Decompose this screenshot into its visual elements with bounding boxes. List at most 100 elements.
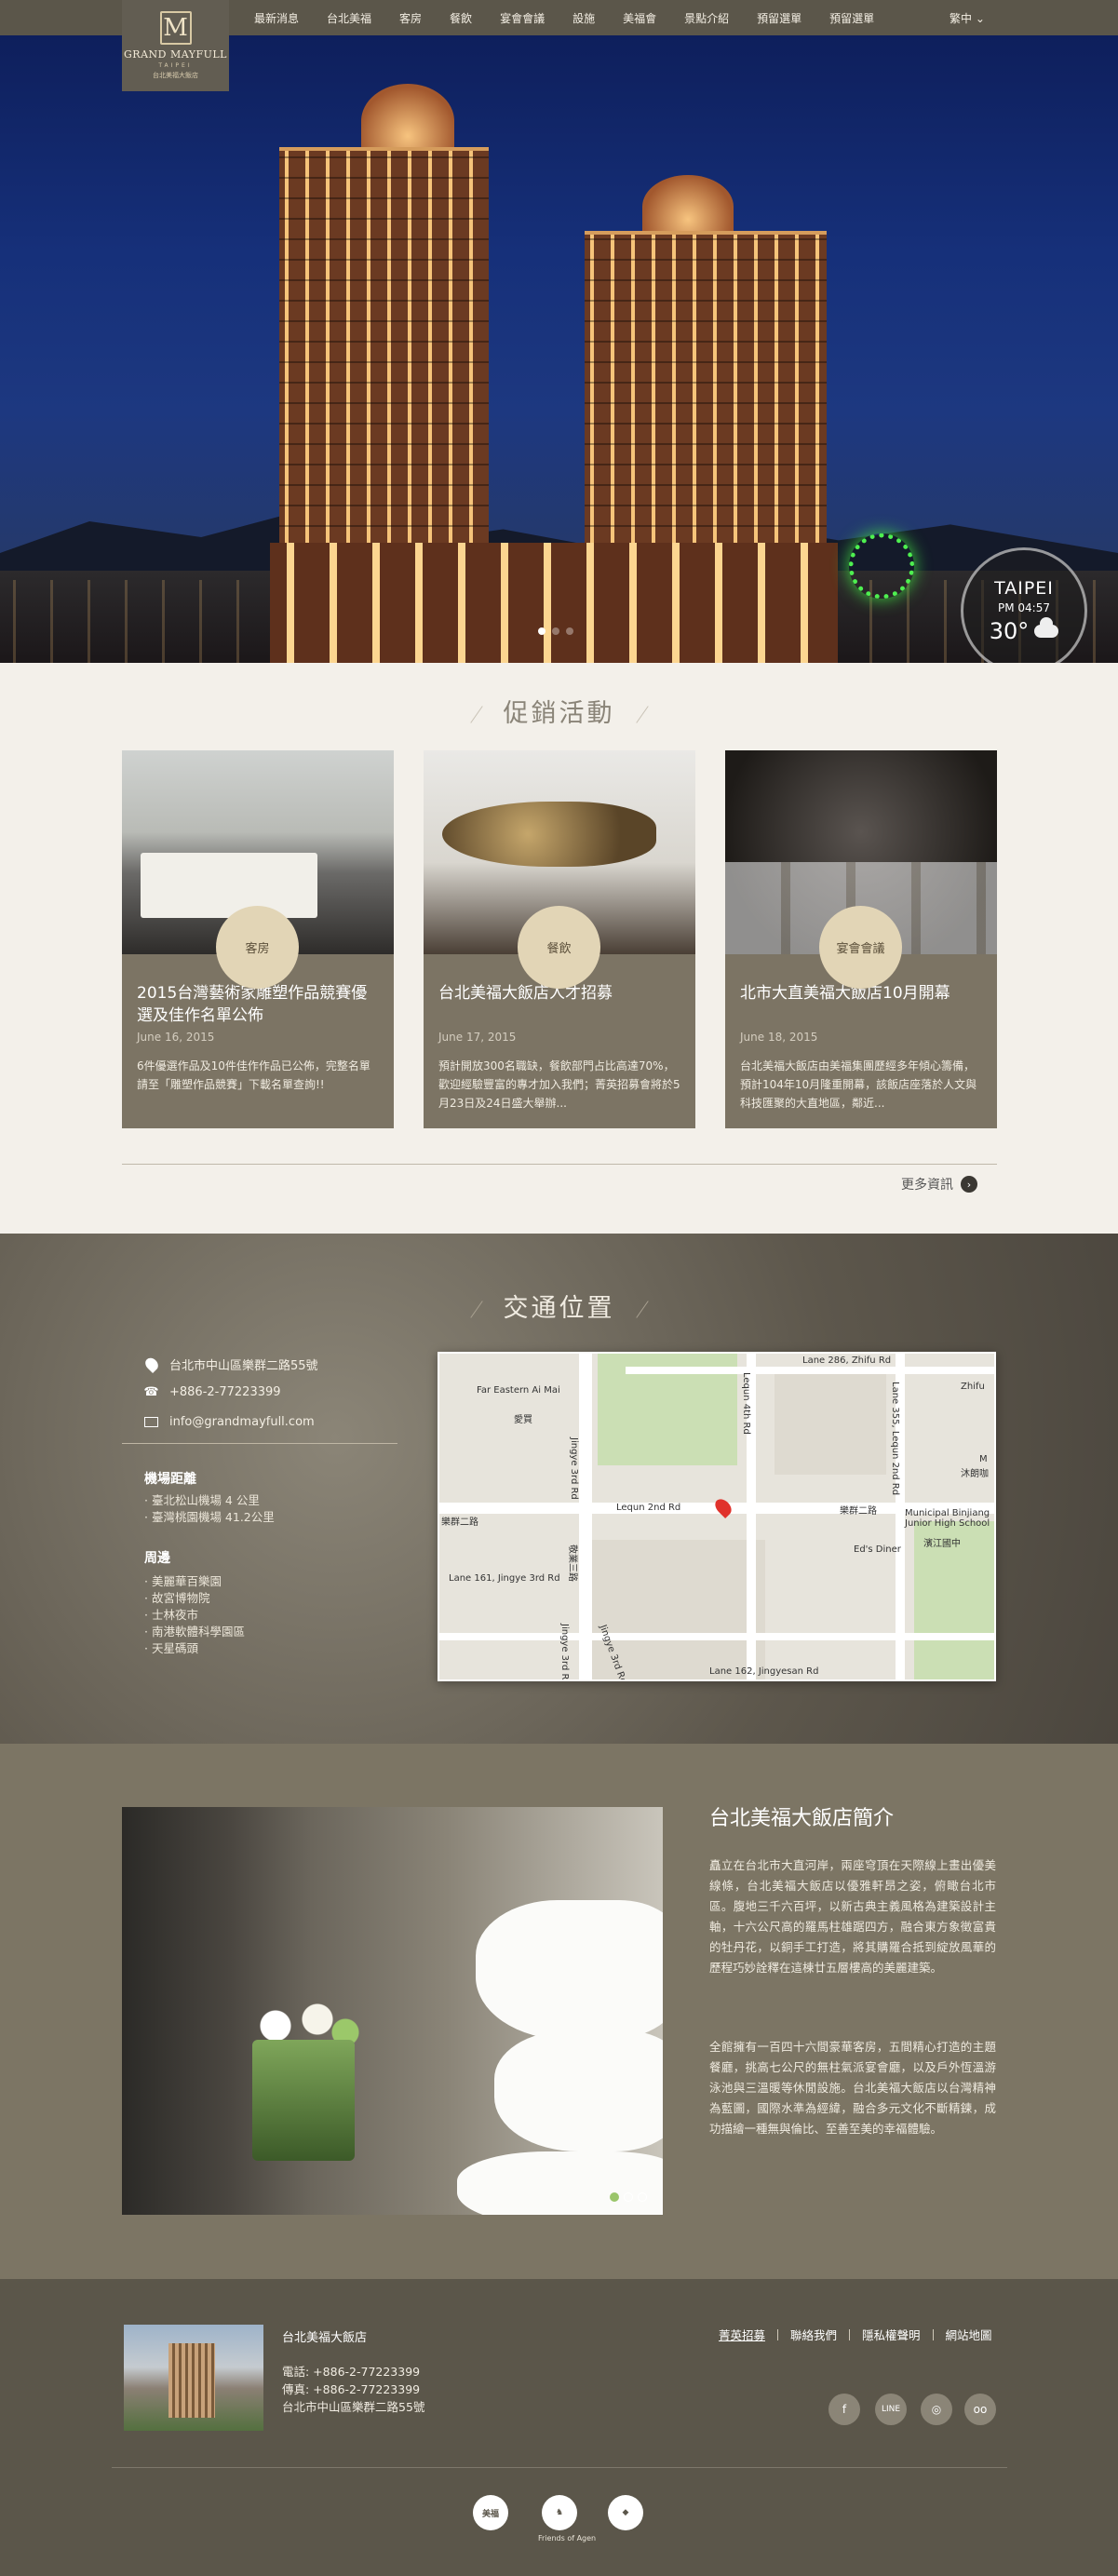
promo-title-row: 促銷活動 xyxy=(0,693,1118,729)
email-link[interactable]: info@grandmayfull.com xyxy=(169,1415,315,1429)
map-marker-icon[interactable] xyxy=(711,1495,735,1519)
partner-logo-icon[interactable]: 美福 xyxy=(473,2495,508,2530)
logo-mark-icon: M xyxy=(159,11,192,45)
logo-chinese-name: 台北美福大飯店 xyxy=(153,72,198,79)
map-label: Lequn 2nd Rd xyxy=(616,1503,681,1513)
map-label: 沐朗咖 xyxy=(961,1469,989,1479)
promo-card-title[interactable]: 2015台灣藝術家雕塑作品競賽優選及佳作名單公佈 xyxy=(122,982,394,1029)
nav-item-about[interactable]: 台北美福 xyxy=(327,10,371,26)
hero-dome-right xyxy=(642,175,734,238)
line-icon[interactable]: LINE xyxy=(875,2394,907,2425)
promo-card[interactable]: 客房 2015台灣藝術家雕塑作品競賽優選及佳作名單公佈 June 16, 201… xyxy=(122,750,394,1128)
phone-icon: ☎ xyxy=(143,1385,159,1399)
phone-text[interactable]: +886-2-77223399 xyxy=(169,1385,281,1399)
phone-row: ☎ +886-2-77223399 xyxy=(143,1385,281,1399)
nav-item-dining[interactable]: 餐飲 xyxy=(450,10,472,26)
about-dot-1[interactable] xyxy=(610,2192,619,2202)
weather-city: TAIPEI xyxy=(994,578,1054,599)
footer-link-contact[interactable]: 聯絡我們 xyxy=(790,2326,837,2343)
logo[interactable]: M GRAND MAYFULL TAIPEI 台北美福大飯店 xyxy=(122,0,229,91)
about-paragraph: 全館擁有一百四十六間豪華客房，五間精心打造的主題餐廳，挑高七公尺的無柱氣派宴會廳… xyxy=(709,2040,996,2136)
map-block xyxy=(775,1372,886,1475)
map-label: M xyxy=(979,1454,988,1464)
category-badge: 餐飲 xyxy=(518,906,600,989)
hero-dot-3[interactable] xyxy=(566,627,573,635)
category-badge: 客房 xyxy=(216,906,299,989)
list-item: · 南港軟體科學園區 xyxy=(144,1625,245,1639)
list-item: · 士林夜市 xyxy=(144,1608,198,1622)
language-selector[interactable]: 繁中 ⌄ xyxy=(950,10,985,26)
footer-separator xyxy=(849,2328,851,2340)
promo-card-title[interactable]: 北市大直美福大飯店10月開幕 xyxy=(725,982,997,1029)
weather-widget: TAIPEI PM 04:57 30° xyxy=(961,547,1087,663)
hero-slider: TAIPEI PM 04:57 30° xyxy=(0,35,1118,663)
title-slash-left xyxy=(469,706,483,723)
location-map[interactable]: Far Eastern Ai Mai 愛買 Lane 286, Zhifu Rd… xyxy=(438,1352,996,1681)
instagram-icon[interactable]: ◎ xyxy=(921,2394,952,2425)
partner-label: Friends of Agen xyxy=(538,2534,597,2542)
location-title: 交通位置 xyxy=(503,1294,615,1323)
location-pin-icon xyxy=(141,1355,161,1374)
nearby-heading: 周邊 xyxy=(144,1551,170,1566)
promo-card[interactable]: 餐飲 台北美福大飯店人才招募 June 17, 2015 預計開放300名職缺，… xyxy=(424,750,695,1128)
promo-card-title[interactable]: 台北美福大飯店人才招募 xyxy=(424,982,695,1029)
address-text: 台北市中山區樂群二路55號 xyxy=(169,1359,318,1373)
map-label: 樂群二路 xyxy=(441,1517,478,1528)
footer-link-privacy[interactable]: 隱私權聲明 xyxy=(862,2326,921,2343)
ferris-wheel xyxy=(849,533,914,599)
cloud-sun-icon xyxy=(1034,617,1059,638)
airport-heading: 機場距離 xyxy=(144,1472,196,1487)
nav-item-news[interactable]: 最新消息 xyxy=(254,10,299,26)
airport-list: · 臺北松山機場 4 公里 · 臺灣桃園機場 41.2公里 xyxy=(144,1492,275,1526)
hero-dot-2[interactable] xyxy=(552,627,559,635)
list-item: · 臺灣桃園機場 41.2公里 xyxy=(144,1510,275,1524)
weather-temp: 30° xyxy=(989,618,1030,644)
pillow xyxy=(494,2030,663,2151)
nav-item-reserved-1[interactable]: 預留選單 xyxy=(757,10,801,26)
footer-address: 台北市中山區樂群二路55號 xyxy=(282,2400,425,2414)
promo-card-date: June 16, 2015 xyxy=(137,1031,215,1044)
map-label: Municipal Binjiang Junior High School xyxy=(905,1508,990,1529)
map-label: Lane 355, Lequn 2nd Rd xyxy=(890,1382,900,1496)
map-label: 愛買 xyxy=(514,1415,532,1425)
nav-item-facilities[interactable]: 設施 xyxy=(572,10,595,26)
map-label: Lane 161, Jingye 3rd Rd xyxy=(449,1573,560,1584)
about-dot-3[interactable] xyxy=(638,2192,647,2202)
map-label: Ed's Diner xyxy=(854,1544,901,1555)
about-pagination xyxy=(610,2192,647,2202)
list-item: · 故宮博物院 xyxy=(144,1591,210,1605)
map-label: Lane 286, Zhifu Rd xyxy=(802,1355,892,1366)
promo-card-date: June 18, 2015 xyxy=(740,1031,818,1044)
facebook-icon[interactable]: f xyxy=(828,2394,860,2425)
map-label: 樂群二路 xyxy=(840,1506,877,1517)
footer-link-careers[interactable]: 菁英招募 xyxy=(719,2326,765,2343)
nav-item-attractions[interactable]: 景點介紹 xyxy=(684,10,729,26)
promo-cards: 客房 2015台灣藝術家雕塑作品競賽優選及佳作名單公佈 June 16, 201… xyxy=(122,750,997,1128)
nav-item-banquet[interactable]: 宴會會議 xyxy=(500,10,545,26)
info-divider xyxy=(122,1443,397,1444)
nav-item-reserved-2[interactable]: 預留選單 xyxy=(829,10,874,26)
hero-tower-right xyxy=(585,231,827,547)
list-item: · 美麗華百樂園 xyxy=(144,1574,222,1588)
nav-item-rooms[interactable]: 客房 xyxy=(399,10,422,26)
about-dot-2[interactable] xyxy=(624,2192,633,2202)
promo-card[interactable]: 宴會會議 北市大直美福大飯店10月開幕 June 18, 2015 台北美福大飯… xyxy=(725,750,997,1128)
more-info-link[interactable]: 更多資訊 › xyxy=(901,1175,977,1194)
map-label: 濱江國中 xyxy=(923,1539,961,1549)
partner-logo-icon[interactable]: ♞ xyxy=(542,2495,577,2530)
footer-link-sitemap[interactable]: 網站地圖 xyxy=(946,2326,992,2343)
nav-item-club[interactable]: 美福會 xyxy=(623,10,656,26)
promo-card-date: June 17, 2015 xyxy=(438,1031,517,1044)
promo-card-desc: 台北美福大飯店由美福集團歷經多年傾心籌備，預計104年10月隆重開幕，該飯店座落… xyxy=(740,1059,977,1110)
logo-name: GRAND MAYFULL xyxy=(124,48,227,61)
divider xyxy=(122,1164,997,1165)
more-info-label: 更多資訊 xyxy=(901,1178,953,1193)
partner-logo-icon[interactable]: ◆ xyxy=(608,2495,643,2530)
hero-dot-1[interactable] xyxy=(538,627,546,635)
map-label: Lequn 4th Rd xyxy=(741,1372,751,1435)
promo-title: 促銷活動 xyxy=(503,699,615,728)
email-row: info@grandmayfull.com xyxy=(144,1415,315,1429)
address-row: 台北市中山區樂群二路55號 xyxy=(141,1355,318,1374)
location-title-row: 交通位置 xyxy=(0,1288,1118,1324)
tripadvisor-icon[interactable]: oo xyxy=(964,2394,996,2425)
